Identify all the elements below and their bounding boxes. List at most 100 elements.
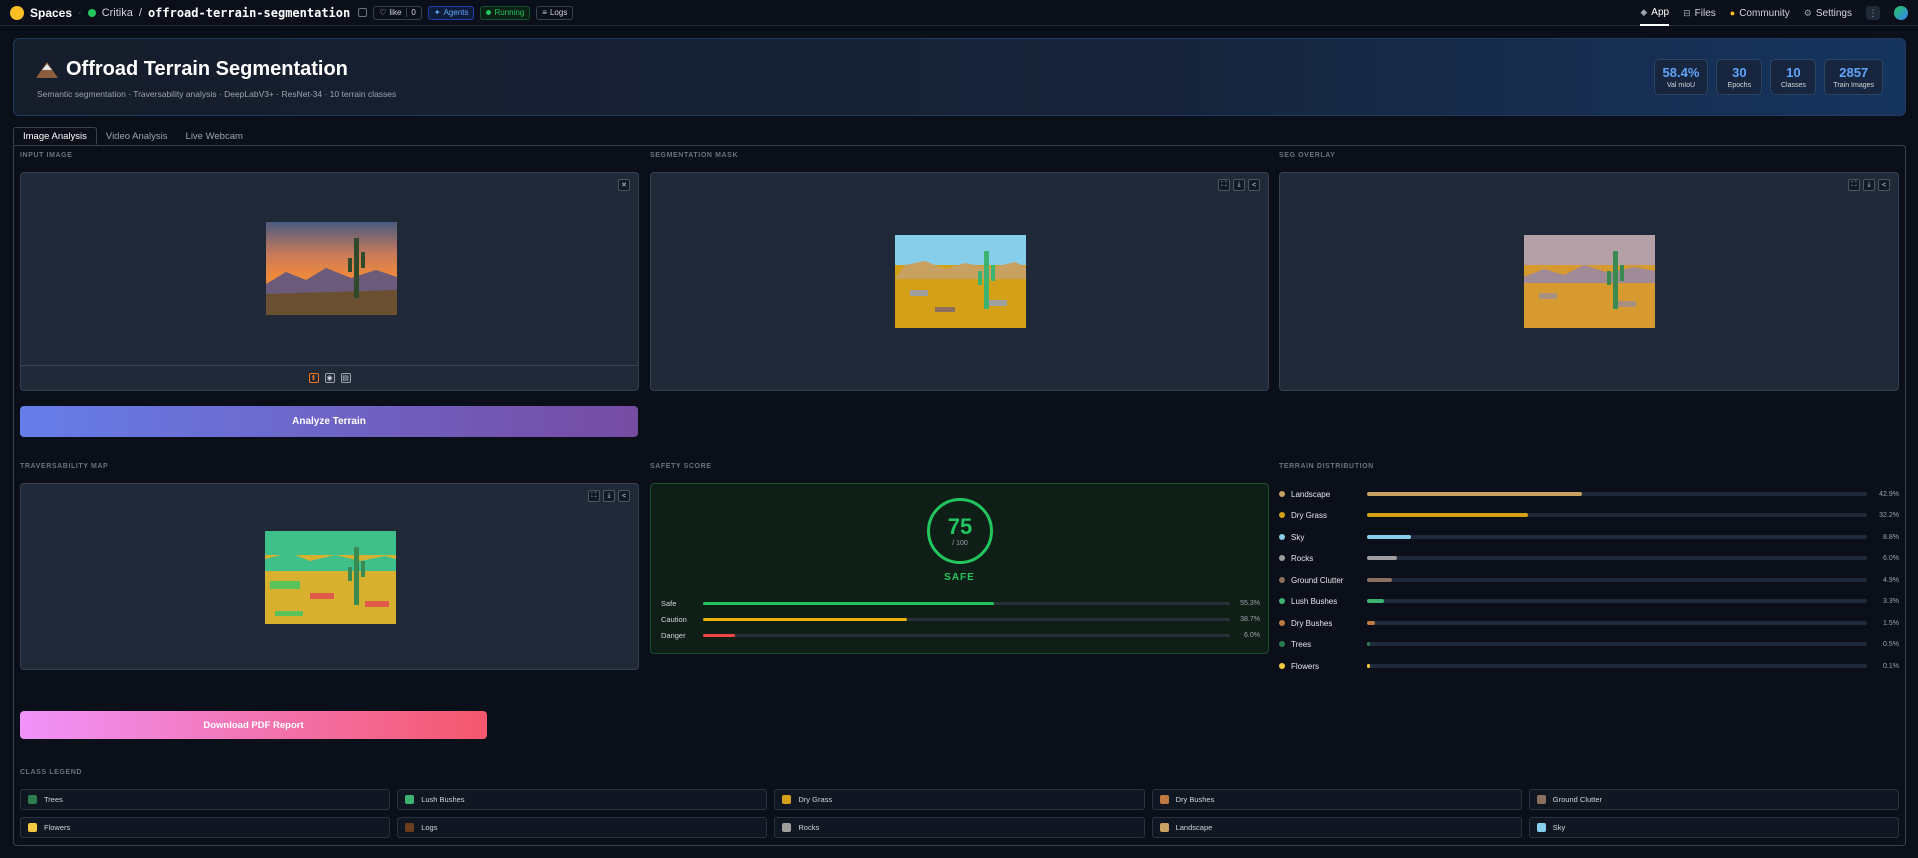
logs-icon: ≡ <box>542 8 547 17</box>
share-icon[interactable]: < <box>618 490 630 502</box>
share-icon[interactable]: < <box>1248 179 1260 191</box>
stat-train-images: 2857 Train Images <box>1824 59 1883 95</box>
stats-row: 58.4% Val mIoU 30 Epochs 10 Classes 2857… <box>1653 59 1883 95</box>
safety-score-value: 75 <box>947 513 973 539</box>
agents-button[interactable]: ✦ Agents <box>427 5 475 20</box>
download-icon[interactable]: ⤓ <box>603 490 615 502</box>
input-desert-image <box>266 222 397 315</box>
dist-name: Lush Bushes <box>1291 596 1338 606</box>
legend-item: Lush Bushes <box>397 789 768 810</box>
stat-label: Epochs <box>1727 82 1752 89</box>
dist-row: Dry Grass 32.2% <box>1279 509 1899 521</box>
webcam-icon[interactable]: ◉ <box>324 373 335 383</box>
tab-video-analysis[interactable]: Video Analysis <box>97 127 177 145</box>
upload-icon[interactable]: ⬆ <box>308 373 319 383</box>
safety-row-caution: Caution 38.7% <box>661 614 1260 624</box>
running-status-badge[interactable]: Running <box>480 5 531 20</box>
traversability-map-box: ⛶ ⤓ < <box>20 483 639 670</box>
community-icon: ● <box>1729 8 1736 18</box>
page-subtitle: Semantic segmentation · Traversability a… <box>37 89 397 99</box>
legend-label: Flowers <box>44 823 71 832</box>
clipboard-icon[interactable]: ▤ <box>340 373 351 383</box>
legend-swatch <box>405 823 415 832</box>
dist-bar-fill <box>1367 642 1370 646</box>
owner-avatar-icon <box>87 8 96 17</box>
safety-score-max: / 100 <box>952 539 968 547</box>
safety-score-label: SAFETY SCORE <box>650 463 712 470</box>
legend-item: Logs <box>397 817 768 838</box>
analyze-terrain-button[interactable]: Analyze Terrain <box>20 406 638 437</box>
agents-label: Agents <box>443 8 469 17</box>
stat-value: 2857 <box>1839 65 1869 80</box>
dist-dot <box>1279 620 1285 626</box>
legend-label: Landscape <box>1175 823 1213 832</box>
nav-files[interactable]: ⊟ Files <box>1683 0 1716 26</box>
top-navbar: Spaces · Critika / offroad-terrain-segment… <box>0 0 1918 26</box>
nav-settings[interactable]: ⚙ Settings <box>1804 0 1852 26</box>
dist-row: Trees 0.5% <box>1279 638 1899 650</box>
safety-status: SAFE <box>944 572 975 583</box>
safety-row-danger: Danger 6.0% <box>661 630 1260 640</box>
header-banner: Offroad Terrain Segmentation Semantic se… <box>13 38 1906 116</box>
spaces-logo-icon[interactable] <box>10 5 24 20</box>
stat-label: Val mIoU <box>1666 82 1696 89</box>
dist-dot <box>1279 641 1285 647</box>
dist-name: Landscape <box>1291 489 1331 499</box>
dist-name: Sky <box>1291 532 1305 542</box>
dist-dot <box>1279 555 1285 561</box>
traversability-map-label: TRAVERSABILITY MAP <box>20 463 109 470</box>
download-icon[interactable]: ⤓ <box>1863 179 1875 191</box>
close-icon[interactable]: ✕ <box>618 179 630 191</box>
nav-app[interactable]: ◆ App <box>1640 0 1670 26</box>
dist-name: Dry Bushes <box>1291 618 1333 628</box>
dist-pct: 6.0% <box>1883 554 1899 562</box>
repo-name-link[interactable]: offroad-terrain-segmentation <box>148 6 350 20</box>
page-title: Offroad Terrain Segmentation <box>36 58 348 81</box>
download-pdf-report-button[interactable]: Download PDF Report <box>20 711 487 739</box>
files-icon: ⊟ <box>1683 7 1691 18</box>
tab-image-analysis[interactable]: Image Analysis <box>13 127 97 145</box>
legend-item: Ground Clutter <box>1528 789 1899 810</box>
tab-live-webcam[interactable]: Live Webcam <box>177 127 252 145</box>
fullscreen-icon[interactable]: ⛶ <box>1218 179 1230 191</box>
dist-dot <box>1279 491 1285 497</box>
segmentation-mask-box: ⛶ ⤓ < <box>650 172 1269 391</box>
seg-overlay-label: SEG OVERLAY <box>1279 152 1336 159</box>
running-dot-icon <box>486 10 492 15</box>
more-options-icon[interactable]: ⋮ <box>1866 6 1880 20</box>
safety-row-pct: 38.7% <box>1240 615 1260 623</box>
spaces-link[interactable]: Spaces <box>30 6 72 20</box>
logs-button[interactable]: ≡ Logs <box>536 5 574 20</box>
like-button[interactable]: ♡ like 0 <box>373 5 422 20</box>
legend-swatch <box>782 823 792 832</box>
dist-row: Landscape 42.9% <box>1279 488 1899 500</box>
legend-swatch <box>1536 823 1546 832</box>
nav-community[interactable]: ● Community <box>1730 0 1790 26</box>
dist-bar-fill <box>1367 578 1392 582</box>
copy-icon[interactable] <box>358 8 368 17</box>
fullscreen-icon[interactable]: ⛶ <box>588 490 600 502</box>
legend-swatch <box>1159 795 1169 804</box>
legend-label: Logs <box>421 823 438 832</box>
download-icon[interactable]: ⤓ <box>1233 179 1245 191</box>
dist-dot <box>1279 598 1285 604</box>
agents-icon: ✦ <box>433 8 441 17</box>
legend-swatch <box>1159 823 1169 832</box>
dist-bar-fill <box>1367 664 1370 668</box>
share-icon[interactable]: < <box>1878 179 1890 191</box>
upload-toolbar: ⬆ ◉ ▤ <box>21 365 638 390</box>
input-image-box[interactable]: ✕ ⬆ ◉ ▤ <box>20 172 639 391</box>
dist-pct: 1.5% <box>1883 619 1899 627</box>
owner-link[interactable]: Critika <box>102 7 133 19</box>
fullscreen-icon[interactable]: ⛶ <box>1848 179 1860 191</box>
legend-item: Dry Grass <box>774 789 1145 810</box>
legend-item: Rocks <box>774 817 1145 838</box>
seg-overlay-box: ⛶ ⤓ < <box>1279 172 1899 391</box>
nav-community-label: Community <box>1739 7 1790 19</box>
user-avatar[interactable] <box>1894 6 1908 20</box>
like-count: 0 <box>406 8 416 17</box>
legend-item: Sky <box>1528 817 1899 838</box>
legend-swatch <box>28 823 37 832</box>
dist-dot <box>1279 512 1285 518</box>
dist-bar-fill <box>1367 621 1375 625</box>
